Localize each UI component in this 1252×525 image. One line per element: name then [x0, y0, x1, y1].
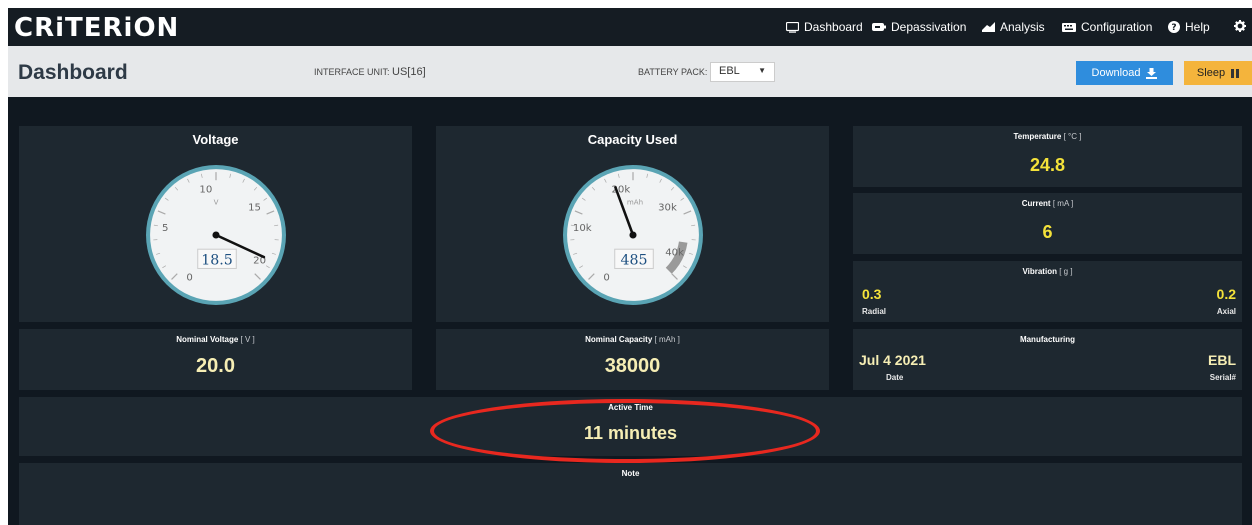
- nominal-capacity-value: 38000: [604, 355, 661, 377]
- current-unit: [ mA ]: [1052, 199, 1074, 208]
- manufacturing-label: Manufacturing: [1019, 335, 1076, 344]
- current-panel: Current [ mA ] 6: [853, 193, 1242, 254]
- nav-help-label: Help: [1185, 20, 1210, 34]
- download-button[interactable]: Download: [1076, 61, 1173, 85]
- svg-text:?: ?: [1171, 23, 1176, 33]
- question-circle-icon: ?: [1168, 21, 1180, 33]
- voltage-tick-5: 5: [162, 223, 168, 234]
- nominal-voltage-unit: [ V ]: [240, 335, 255, 344]
- note-label: Note: [621, 469, 640, 478]
- download-icon: [1146, 67, 1158, 79]
- temperature-label: Temperature [ °C ]: [853, 132, 1242, 141]
- vibration-radial-value: 0.3: [862, 286, 882, 302]
- chart-icon: [982, 22, 995, 32]
- monitor-icon: [786, 21, 799, 33]
- gear-icon: [1234, 20, 1246, 32]
- nominal-capacity-unit: [ mAh ]: [654, 335, 680, 344]
- manufacturing-serial-label: Serial#: [1209, 373, 1236, 382]
- temperature-value: 24.8: [1029, 155, 1066, 175]
- keyboard-icon: [1062, 22, 1076, 32]
- nominal-capacity-label-text: Nominal Capacity: [585, 335, 653, 344]
- dashboard-main: Voltage 0 5 10 15 20 V 18.5 Capacity Use…: [8, 97, 1252, 525]
- nominal-capacity-panel: Nominal Capacity [ mAh ] 38000: [436, 329, 829, 390]
- voltage-readout: 18.5: [201, 252, 233, 268]
- manufacturing-date-label: Date: [886, 373, 904, 382]
- page-title: Dashboard: [18, 61, 128, 84]
- download-button-label: Download: [1091, 67, 1141, 79]
- nav-depassivation-label: Depassivation: [891, 20, 967, 34]
- nominal-voltage-label: Nominal Voltage [ V ]: [19, 335, 412, 344]
- pause-icon: [1231, 68, 1240, 78]
- vibration-unit: [ g ]: [1059, 267, 1073, 276]
- nominal-voltage-label-text: Nominal Voltage: [176, 335, 239, 344]
- current-label: Current [ mA ]: [853, 199, 1242, 208]
- battery-icon: [872, 23, 886, 31]
- nav-analysis-label: Analysis: [1000, 20, 1045, 34]
- current-value: 6: [1042, 222, 1053, 242]
- criterion-logo[interactable]: CRiTERiON: [14, 13, 179, 43]
- nav-analysis[interactable]: Analysis: [982, 20, 1045, 34]
- nav-dashboard[interactable]: Dashboard: [786, 20, 863, 34]
- voltage-panel: Voltage 0 5 10 15 20 V 18.5: [19, 126, 412, 322]
- vibration-label-text: Vibration: [1022, 267, 1057, 276]
- temperature-unit: [ °C ]: [1063, 132, 1082, 141]
- capacity-title: Capacity Used: [587, 132, 678, 147]
- capacity-tick-40k: 40k: [665, 247, 684, 258]
- capacity-tick-0: 0: [603, 273, 609, 284]
- manufacturing-serial-value: EBL: [1208, 352, 1236, 368]
- battery-pack-value: EBL: [719, 65, 740, 77]
- nominal-voltage-panel: Nominal Voltage [ V ] 20.0: [19, 329, 412, 390]
- vibration-label: Vibration [ g ]: [853, 267, 1242, 276]
- nav-depassivation[interactable]: Depassivation: [872, 20, 966, 34]
- capacity-tick-10k: 10k: [573, 223, 592, 234]
- current-label-text: Current: [1021, 199, 1051, 208]
- capacity-gauge: 0 10k 20k 30k 40k mAh 485: [563, 165, 703, 305]
- capacity-readout: 485: [620, 252, 647, 268]
- active-time-label: Active Time: [608, 403, 653, 412]
- top-navbar: CRiTERiON Dashboard Depassivation Analys…: [8, 8, 1252, 46]
- nav-configuration-label: Configuration: [1081, 20, 1153, 34]
- interface-unit-label: INTERFACE UNIT:: [314, 67, 390, 77]
- sleep-button[interactable]: Sleep: [1184, 61, 1252, 85]
- nav-settings[interactable]: [1234, 20, 1246, 32]
- nominal-capacity-label: Nominal Capacity [ mAh ]: [436, 335, 829, 344]
- voltage-gauge: 0 5 10 15 20 V 18.5: [146, 165, 286, 305]
- sleep-button-label: Sleep: [1196, 67, 1226, 79]
- nav-help[interactable]: ? Help: [1168, 20, 1210, 34]
- voltage-tick-10: 10: [199, 184, 212, 195]
- voltage-tick-0: 0: [186, 273, 192, 284]
- capacity-panel: Capacity Used 0 10k 20k 30k 40k mAh 485: [436, 126, 829, 322]
- capacity-unit: mAh: [627, 198, 643, 207]
- battery-pack-select[interactable]: EBL ▼: [710, 62, 775, 82]
- chevron-down-icon: ▼: [758, 66, 766, 75]
- page-header: Dashboard INTERFACE UNIT: US[16] BATTERY…: [8, 46, 1252, 97]
- vibration-panel: Vibration [ g ] 0.3 Radial 0.2 Axial: [853, 261, 1242, 322]
- voltage-unit: V: [214, 198, 219, 207]
- active-time-panel: Active Time 11 minutes: [19, 397, 1242, 456]
- nav-dashboard-label: Dashboard: [804, 20, 863, 34]
- capacity-tick-20k: 20k: [611, 184, 630, 195]
- voltage-title: Voltage: [192, 132, 239, 147]
- note-panel: Note: [19, 463, 1242, 525]
- voltage-tick-15: 15: [248, 203, 261, 214]
- manufacturing-panel: Manufacturing Jul 4 2021 Date EBL Serial…: [853, 329, 1242, 390]
- nominal-voltage-value: 20.0: [196, 355, 235, 377]
- capacity-tick-30k: 30k: [658, 203, 677, 214]
- vibration-radial-label: Radial: [862, 307, 887, 316]
- interface-unit: INTERFACE UNIT: US[16]: [314, 66, 426, 78]
- manufacturing-date-value: Jul 4 2021: [859, 352, 926, 368]
- temperature-label-text: Temperature: [1013, 132, 1062, 141]
- battery-pack-label: BATTERY PACK:: [638, 67, 708, 77]
- temperature-panel: Temperature [ °C ] 24.8: [853, 126, 1242, 187]
- active-time-value: 11 minutes: [583, 423, 678, 443]
- nav-configuration[interactable]: Configuration: [1062, 20, 1152, 34]
- interface-unit-value: US[16]: [392, 66, 426, 78]
- vibration-axial-value: 0.2: [1216, 286, 1236, 302]
- vibration-axial-label: Axial: [1216, 307, 1236, 316]
